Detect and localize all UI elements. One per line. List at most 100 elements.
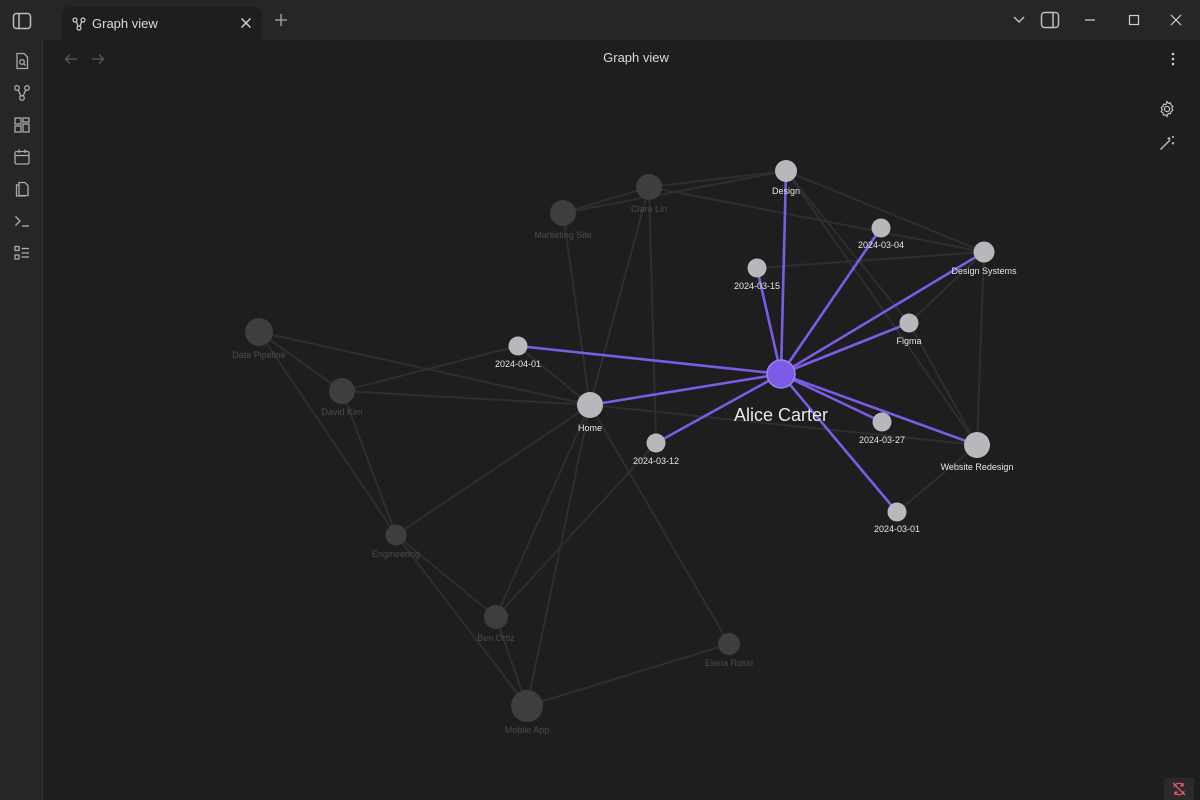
close-icon [240, 17, 252, 29]
graph-edge-website-d0301 [896, 444, 978, 513]
graph-node-circle[interactable] [245, 318, 273, 346]
graph-node-circle[interactable] [385, 524, 407, 546]
graph-edge-home-david [341, 390, 591, 406]
graph-node-datapipe[interactable]: Data Pipeline [232, 318, 286, 360]
graph-node-circle[interactable] [508, 336, 528, 356]
gear-icon [1160, 100, 1174, 118]
graph-node-mobile[interactable]: Mobile App [505, 690, 550, 735]
graph-node-website[interactable]: Website Redesign [941, 432, 1014, 472]
toggle-right-sidebar-button[interactable] [1040, 10, 1060, 30]
graph-node-label: 2024-03-12 [633, 456, 679, 466]
new-tab-button[interactable] [272, 11, 290, 29]
ribbon-terminal-button[interactable] [11, 210, 33, 232]
graph-node-circle[interactable] [747, 258, 767, 278]
graph-edge-engineering-ben [395, 534, 497, 618]
graph-node-circle[interactable] [899, 313, 919, 333]
graph-settings-button[interactable] [1156, 98, 1178, 120]
left-ribbon [0, 40, 43, 800]
minimize-button[interactable] [1080, 10, 1100, 30]
graph-node-circle[interactable] [871, 218, 891, 238]
tab-close-button[interactable] [238, 15, 254, 31]
close-window-button[interactable] [1166, 10, 1186, 30]
graph-node-circle[interactable] [872, 412, 892, 432]
tab-graph-view[interactable]: Graph view [62, 7, 262, 40]
graph-node-d0401[interactable]: 2024-04-01 [495, 336, 541, 370]
more-vertical-icon [1171, 52, 1175, 66]
graph-node-label: 2024-04-01 [495, 359, 541, 369]
ribbon-quick-switcher-button[interactable] [11, 50, 33, 72]
graph-edge-marketing-home [562, 212, 591, 406]
chevron-down-icon [1013, 16, 1025, 24]
right-sidebar-icon [1040, 11, 1060, 29]
graph-node-elena[interactable]: Elena Rossi [705, 633, 753, 668]
graph-view-pane: Alice Carter Design 2024-03-04 Design Syste… [44, 40, 1200, 800]
plus-icon [275, 14, 287, 26]
animate-graph-button[interactable] [1156, 132, 1178, 154]
graph-node-label: 2024-03-04 [858, 240, 904, 250]
graph-node-figma[interactable]: Figma [896, 313, 922, 347]
graph-node-circle[interactable] [329, 378, 355, 404]
graph-node-d0315[interactable]: 2024-03-15 [734, 258, 780, 292]
graph-node-circle[interactable] [718, 633, 740, 655]
ribbon-files-button[interactable] [11, 178, 33, 200]
graph-node-circle[interactable] [887, 502, 907, 522]
graph-node-label: Data Pipeline [232, 350, 286, 360]
graph-node-label: Design Systems [951, 266, 1017, 276]
files-icon [15, 181, 29, 197]
graph-edge-alice-design [779, 170, 788, 375]
graph-node-d0312[interactable]: 2024-03-12 [633, 433, 679, 467]
graph-node-david[interactable]: David Kim [321, 378, 363, 417]
graph-node-circle[interactable] [775, 160, 797, 182]
maximize-button[interactable] [1124, 10, 1144, 30]
graph-node-label: Mobile App [505, 725, 550, 735]
graph-edge-home-mobile [526, 404, 591, 707]
ribbon-tasks-button[interactable] [11, 242, 33, 264]
graph-node-label: Website Redesign [941, 462, 1014, 472]
graph-edge-datapipe-engineering [258, 331, 397, 536]
graph-edge-alice-figma [780, 321, 910, 376]
graph-icon [14, 85, 30, 101]
graph-nodes: Alice Carter Design 2024-03-04 Design Syste… [232, 160, 1017, 735]
graph-canvas[interactable]: Alice Carter Design 2024-03-04 Design Syste… [44, 40, 1200, 800]
graph-node-circle[interactable] [484, 605, 508, 629]
graph-node-circle[interactable] [646, 433, 666, 453]
magic-wand-icon [1160, 136, 1175, 150]
graph-node-circle[interactable] [964, 432, 990, 458]
ribbon-canvas-button[interactable] [11, 114, 33, 136]
ribbon-calendar-button[interactable] [11, 146, 33, 168]
graph-node-circle[interactable] [766, 359, 796, 389]
sidebar-toggle-icon [12, 12, 32, 30]
title-bar: Graph view [0, 0, 1200, 40]
more-options-button[interactable] [1164, 50, 1182, 68]
graph-node-home[interactable]: Home [577, 392, 603, 433]
tab-label: Graph view [92, 16, 158, 31]
open-quick-switcher-icon [16, 52, 29, 70]
sync-status-button[interactable] [1164, 778, 1194, 800]
canvas-icon [14, 117, 30, 133]
graph-edge-designsys-d0315 [756, 251, 985, 269]
graph-node-circle[interactable] [577, 392, 603, 418]
graph-node-ben[interactable]: Ben Ortiz [477, 605, 515, 643]
graph-edge-designsys-website [976, 251, 985, 446]
ribbon-graph-button[interactable] [11, 82, 33, 104]
graph-node-label: 2024-03-01 [874, 524, 920, 534]
graph-node-label: Elena Rossi [705, 658, 753, 668]
graph-node-circle[interactable] [550, 200, 576, 226]
toggle-sidebar-button[interactable] [8, 8, 36, 34]
graph-node-label: Figma [896, 336, 921, 346]
tab-list-dropdown-button[interactable] [1009, 10, 1029, 30]
graph-node-label: Marketing Site [534, 230, 592, 240]
graph-icon [72, 16, 86, 31]
minimize-icon [1085, 19, 1095, 21]
graph-node-engineering[interactable]: Engineering [372, 524, 420, 560]
tasks-icon [14, 245, 29, 260]
graph-node-circle[interactable] [636, 174, 662, 200]
maximize-icon [1128, 14, 1140, 26]
graph-node-circle[interactable] [973, 241, 995, 263]
graph-edge-design-website [785, 170, 978, 446]
graph-node-label: 2024-03-15 [734, 281, 780, 291]
graph-node-circle[interactable] [511, 690, 543, 722]
graph-node-label: Alice Carter [734, 405, 828, 425]
graph-node-design[interactable]: Design [772, 160, 800, 196]
graph-node-d0301[interactable]: 2024-03-01 [874, 502, 920, 535]
